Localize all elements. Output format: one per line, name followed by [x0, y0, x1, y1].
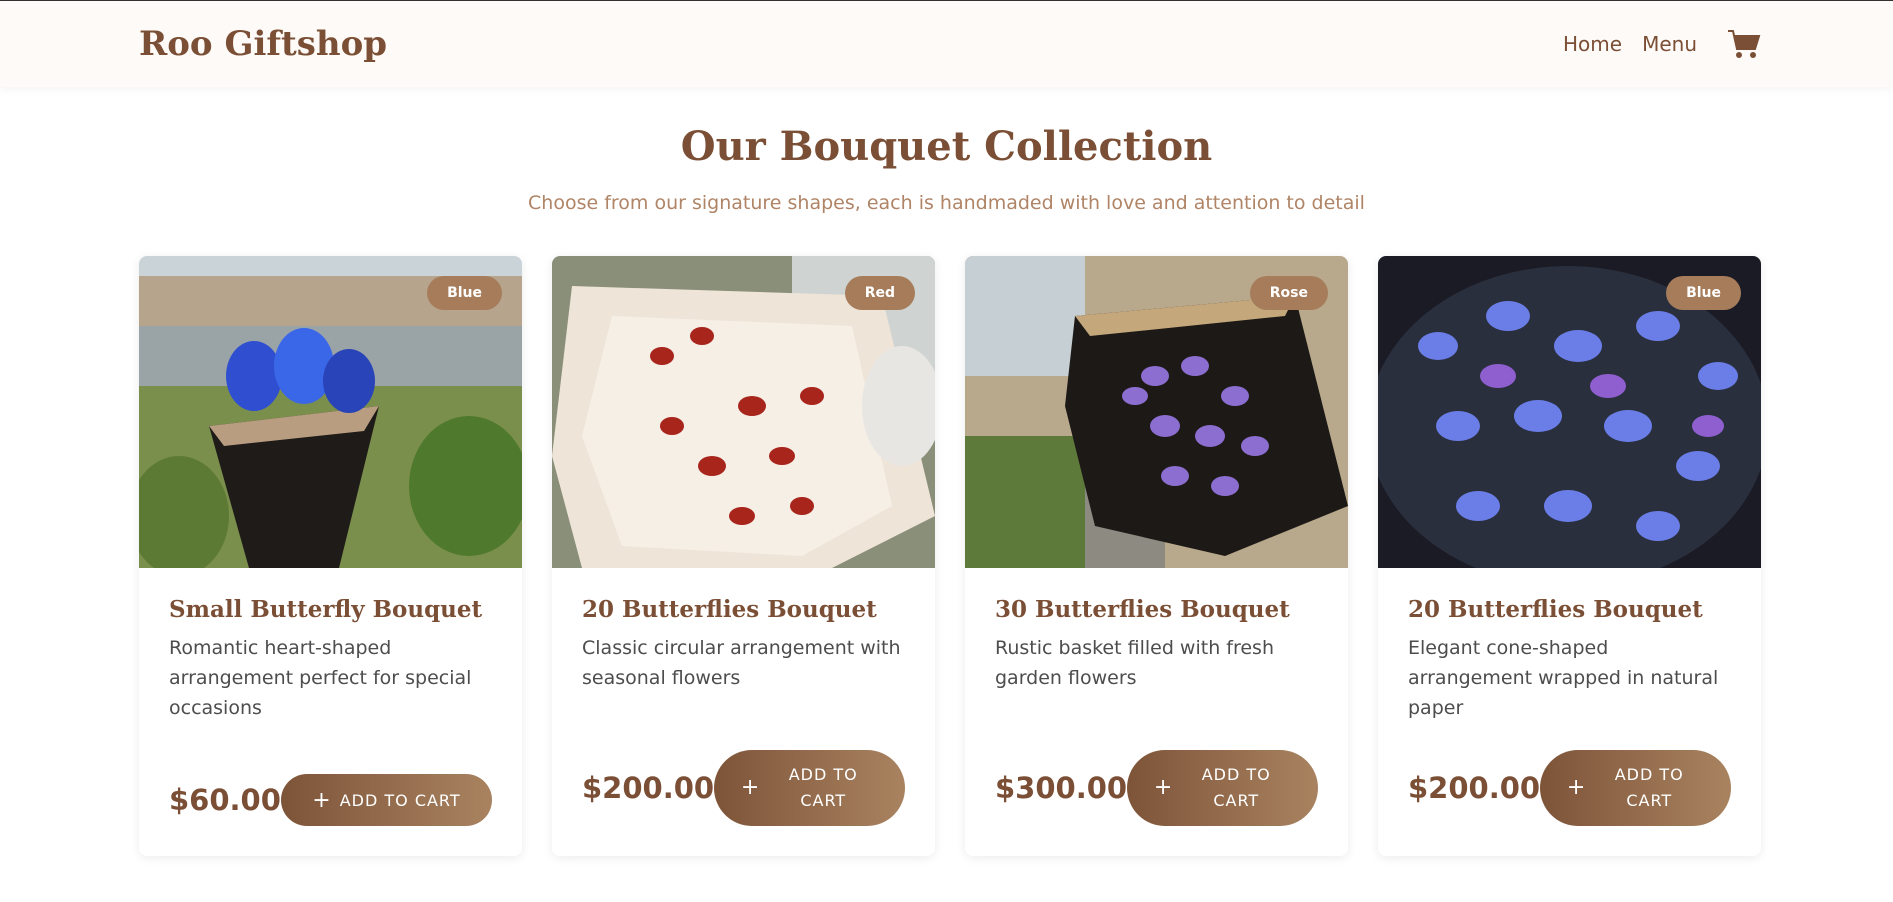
nav-links: Home Menu — [1543, 29, 1761, 59]
product-description: Romantic heart-shaped arrangement perfec… — [169, 637, 472, 719]
add-to-cart-label: ADD TO CART — [1201, 765, 1271, 810]
product-title: 30 Butterflies Bouquet — [995, 596, 1290, 623]
brand-logo[interactable]: Roo Giftshop — [139, 24, 387, 64]
plus-icon: + — [1566, 775, 1587, 800]
product-image[interactable]: Blue — [139, 256, 522, 568]
add-to-cart-button[interactable]: + ADD TO CART — [714, 750, 905, 826]
add-to-cart-button[interactable]: + ADD TO CART — [1540, 750, 1731, 826]
product-price: $200.00 — [582, 771, 715, 805]
product-body: 20 Butterflies Bouquet Classic circular … — [552, 568, 935, 856]
product-card: Blue 20 Butterflies Bouquet Elegant cone… — [1378, 256, 1761, 856]
plus-icon: + — [740, 775, 761, 800]
product-body: Small Butterfly Bouquet Romantic heart-s… — [139, 568, 522, 856]
product-body: 20 Butterflies Bouquet Elegant cone-shap… — [1378, 568, 1761, 856]
product-footer: $200.00 + ADD TO CART — [582, 750, 905, 826]
product-image[interactable]: Blue — [1378, 256, 1761, 568]
product-description: Elegant cone-shaped arrangement wrapped … — [1408, 637, 1719, 719]
navbar: Roo Giftshop Home Menu — [0, 1, 1893, 87]
product-footer: $300.00 + ADD TO CART — [995, 750, 1318, 826]
product-title: Small Butterfly Bouquet — [169, 596, 483, 623]
product-badge: Blue — [427, 276, 502, 310]
section-subtitle: Choose from our signature shapes, each i… — [528, 192, 1365, 214]
add-to-cart-button[interactable]: + ADD TO CART — [1127, 750, 1318, 826]
product-price: $60.00 — [169, 783, 281, 817]
plus-icon: + — [312, 787, 332, 813]
add-to-cart-label: ADD TO CART — [339, 790, 461, 810]
product-price: $200.00 — [1408, 771, 1541, 805]
product-card: Blue Small Butterfly Bouquet Romantic he… — [139, 256, 522, 856]
add-to-cart-label: ADD TO CART — [788, 765, 858, 810]
product-description: Rustic basket filled with fresh garden f… — [995, 637, 1274, 689]
product-badge: Rose — [1249, 276, 1328, 310]
product-image[interactable]: Rose — [965, 256, 1348, 568]
section-title: Our Bouquet Collection — [680, 123, 1213, 170]
add-to-cart-button[interactable]: + ADD TO CART — [280, 774, 492, 826]
product-card: Red 20 Butterflies Bouquet Classic circu… — [552, 256, 935, 856]
product-title: 20 Butterflies Bouquet — [582, 596, 877, 623]
product-footer: $200.00 + ADD TO CART — [1408, 750, 1731, 826]
product-body: 30 Butterflies Bouquet Rustic basket fil… — [965, 568, 1348, 856]
product-footer: $60.00 + ADD TO CART — [169, 774, 492, 826]
product-badge: Red — [844, 276, 915, 310]
product-price: $300.00 — [995, 771, 1128, 805]
product-card: Rose 30 Butterflies Bouquet Rustic baske… — [965, 256, 1348, 856]
product-title: 20 Butterflies Bouquet — [1408, 596, 1703, 623]
nav-link-home[interactable]: Home — [1563, 32, 1622, 56]
add-to-cart-label: ADD TO CART — [1614, 765, 1684, 810]
shopping-cart-icon[interactable] — [1727, 29, 1761, 59]
product-description: Classic circular arrangement with season… — [582, 637, 901, 689]
product-badge: Blue — [1666, 276, 1741, 310]
plus-icon: + — [1153, 775, 1174, 800]
nav-link-menu[interactable]: Menu — [1642, 32, 1697, 56]
product-grid: Blue Small Butterfly Bouquet Romantic he… — [0, 256, 1893, 856]
product-image[interactable]: Red — [552, 256, 935, 568]
